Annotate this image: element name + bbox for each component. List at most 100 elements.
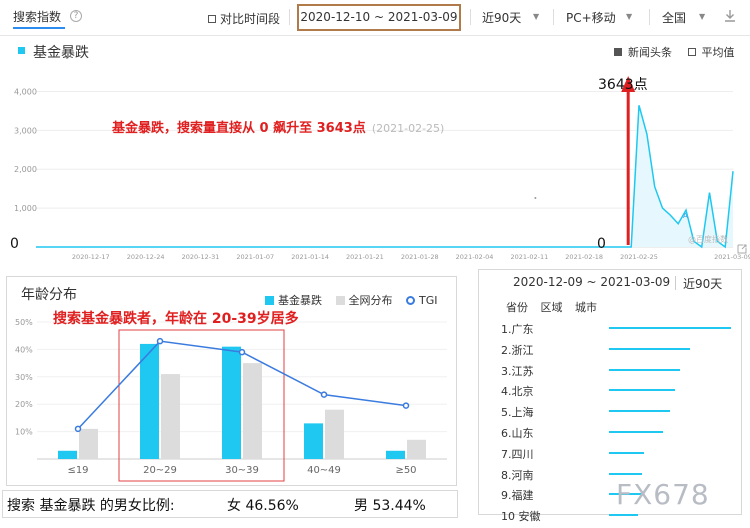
checkbox-checked-icon xyxy=(614,48,622,56)
bar-keyword xyxy=(304,423,323,459)
legend-circle-icon xyxy=(406,296,415,305)
x-tick-label: 2021-02-11 xyxy=(510,253,548,261)
legend-item-tgi[interactable]: TGI xyxy=(406,294,438,307)
compare-period-toggle[interactable]: 对比时间段 xyxy=(208,10,280,27)
region-row-label: 6.山东 xyxy=(501,427,534,440)
region-bar xyxy=(609,327,731,329)
bar-all xyxy=(161,374,180,459)
y-tick-label: 10% xyxy=(15,428,33,437)
device-select[interactable]: PC+移动 xyxy=(566,9,616,26)
bar-all xyxy=(407,439,426,459)
region-bar xyxy=(609,389,675,392)
tgi-point xyxy=(156,337,164,345)
region-tabs: 省份 区域 城市 xyxy=(506,299,606,315)
tgi-point xyxy=(402,402,410,409)
divider xyxy=(289,9,290,25)
download-icon[interactable] xyxy=(722,8,738,24)
y-tick-label: 30% xyxy=(15,373,33,382)
age-annotation: 搜索基金暴跌者，年龄在 20-39岁居多 xyxy=(53,311,299,327)
tab-active-underline xyxy=(13,27,65,29)
region-bar xyxy=(609,410,670,413)
x-tick-label: 2021-03-09 xyxy=(714,253,750,261)
x-tick-label: 2020-12-24 xyxy=(127,253,165,261)
zero-label-right: 0 xyxy=(597,236,606,252)
y-tick-label: 1,000 xyxy=(14,204,37,213)
legend-item-all[interactable]: 全网分布 xyxy=(335,294,393,307)
info-icon[interactable]: ? xyxy=(70,10,82,22)
y-tick-label: 3,000 xyxy=(14,126,37,135)
chevron-down-icon: ▼ xyxy=(533,12,540,21)
x-tick-label: 2021-01-21 xyxy=(346,253,384,261)
bar-keyword xyxy=(386,450,405,459)
region-row-label: 4.北京 xyxy=(501,385,534,399)
trend-annotation: 基金暴跌，搜索量直接从 0 飙升至 3643点 (2021-02-25) xyxy=(112,117,444,136)
divider xyxy=(675,276,676,290)
region-row-label: 5.上海 xyxy=(501,406,534,420)
x-tick-label: 2021-02-04 xyxy=(456,253,494,261)
y-tick-label: 40% xyxy=(15,345,33,354)
bar-all xyxy=(325,409,344,459)
tab-city[interactable]: 城市 xyxy=(575,301,597,314)
bar-keyword xyxy=(58,450,77,459)
data-dot xyxy=(534,197,537,199)
tab-province[interactable]: 省份 xyxy=(506,301,528,314)
divider xyxy=(553,9,554,25)
chevron-down-icon: ▼ xyxy=(699,12,706,21)
x-category-label: 40~49 xyxy=(307,465,341,476)
legend-swatch xyxy=(335,296,345,305)
x-category-label: ≥50 xyxy=(395,465,416,476)
divider xyxy=(470,9,471,25)
bar-all xyxy=(79,428,98,459)
news-marker: A xyxy=(683,212,688,220)
gender-ratio-box: 搜索 基金暴跌 的男女比例: 女 46.56% 男 53.44% xyxy=(2,490,458,518)
region-period-select[interactable]: 近90天 xyxy=(683,275,722,292)
legend-label: 基金暴跌 xyxy=(278,294,322,307)
bar-all xyxy=(243,363,262,459)
region-row-label: 10 安徽 xyxy=(501,510,541,524)
zero-label-left: 0 xyxy=(10,236,19,252)
region-row-label: 1.广东 xyxy=(501,323,534,336)
tab-area[interactable]: 区域 xyxy=(541,301,563,314)
x-category-label: 30~39 xyxy=(225,465,259,476)
period-select[interactable]: 近90天 xyxy=(482,9,521,26)
legend-swatch xyxy=(18,47,25,54)
baidu-watermark: @百度指数 xyxy=(688,235,728,244)
region-select[interactable]: 全国 xyxy=(662,9,686,26)
external-link-icon[interactable] xyxy=(737,244,747,254)
x-tick-label: 2021-02-25 xyxy=(620,253,658,261)
tgi-point xyxy=(74,425,82,433)
region-bar xyxy=(609,451,645,454)
bar-keyword xyxy=(222,346,241,459)
region-row-label: 2.浙江 xyxy=(501,343,534,357)
age-title: 年龄分布 xyxy=(21,287,77,303)
peak-label: 3643点 xyxy=(598,77,648,93)
date-range-picker[interactable]: 2020-12-10 ~ 2021-03-09 xyxy=(297,4,461,31)
y-tick-label: 4,000 xyxy=(14,87,37,96)
x-tick-label: 2020-12-17 xyxy=(72,253,110,261)
age-distribution-panel: 10% 20% 30% 40% 50% ≤19 20~29 30~39 40~49 ≥50 年龄分… xyxy=(6,276,457,486)
region-bar xyxy=(609,431,663,433)
region-date-range[interactable]: 2020-12-09 ~ 2021-03-09 xyxy=(513,275,670,289)
x-tick-label: 2021-02-18 xyxy=(565,253,603,261)
legend-swatch xyxy=(265,296,274,305)
trend-annotation-text: 基金暴跌，搜索量直接从 0 飙升至 3643点 xyxy=(112,121,366,136)
region-bar xyxy=(609,472,642,475)
x-category-label: 20~29 xyxy=(143,465,177,476)
legend-item-keyword[interactable]: 基金暴跌 xyxy=(265,294,322,307)
region-row-label: 7.四川 xyxy=(501,447,534,461)
y-tick-label: 20% xyxy=(15,400,33,409)
gender-question: 搜索 基金暴跌 的男女比例: xyxy=(7,498,175,514)
y-tick-label: 50% xyxy=(15,318,33,327)
region-row-label: 9.福建 xyxy=(501,489,534,503)
fx678-watermark: FX678 xyxy=(616,478,710,511)
age-legend: 基金暴跌 全网分布 TGI xyxy=(265,292,448,308)
x-tick-label: 2021-01-14 xyxy=(291,253,329,261)
x-category-label: ≤19 xyxy=(67,465,88,476)
checkbox-icon xyxy=(208,15,216,23)
tab-search-index[interactable]: 搜索指数 xyxy=(13,8,61,25)
compare-period-label: 对比时间段 xyxy=(220,12,281,26)
region-bar xyxy=(609,514,639,517)
x-tick-label: 2021-01-28 xyxy=(401,253,439,261)
x-tick-label: 2020-12-31 xyxy=(182,253,220,261)
region-bar xyxy=(609,347,690,350)
